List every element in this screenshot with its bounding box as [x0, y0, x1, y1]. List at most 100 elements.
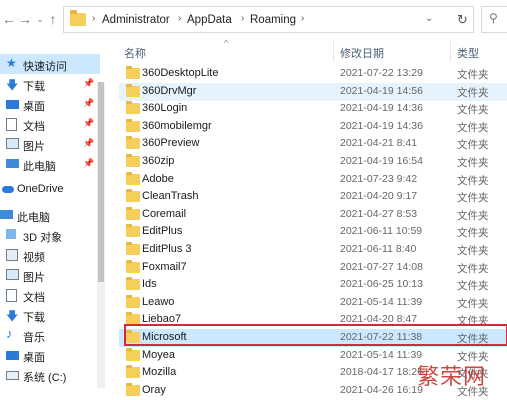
- forward-arrow-icon[interactable]: →: [18, 11, 32, 27]
- column-divider[interactable]: [450, 40, 451, 62]
- file-modified-date: 2021-07-27 14:08: [340, 260, 423, 273]
- sidebar-item-downloads-pc[interactable]: 🡇 下载: [0, 305, 100, 325]
- file-row[interactable]: Adobe 2021-07-23 9:42 文件夹: [119, 171, 507, 189]
- file-type: 文件夹: [457, 227, 489, 240]
- file-modified-date: 2021-06-11 8:40: [340, 243, 417, 255]
- sidebar-item-this-pc-quick[interactable]: 此电脑 📌: [0, 154, 100, 174]
- sidebar-item-pictures[interactable]: 图片 📌: [0, 134, 100, 154]
- recent-locations-chevron-icon[interactable]: ⌄: [33, 11, 47, 27]
- sidebar-item-desktop-pc[interactable]: 桌面: [0, 345, 100, 365]
- search-icon: ⚲: [489, 11, 498, 25]
- pin-icon[interactable]: 📌: [83, 118, 94, 129]
- breadcrumb-administrator[interactable]: Administrator: [102, 14, 170, 26]
- folder-icon: [126, 83, 140, 97]
- pin-icon[interactable]: 📌: [83, 98, 94, 109]
- file-name: EditPlus 3: [142, 243, 192, 255]
- folder-icon: [126, 101, 140, 115]
- column-header-name[interactable]: 名称: [124, 45, 146, 61]
- file-modified-date: 2021-06-11 10:59: [340, 225, 423, 238]
- file-modified-date: 2021-04-21 8:41: [340, 137, 418, 150]
- document-icon: [6, 289, 17, 302]
- file-row[interactable]: 360zip 2021-04-19 16:54 文件夹: [119, 153, 507, 171]
- column-header-date[interactable]: 修改日期: [340, 45, 384, 61]
- file-type: 文件夹: [457, 104, 489, 117]
- picture-icon: [6, 269, 19, 280]
- up-arrow-icon[interactable]: ↑: [46, 11, 60, 27]
- sidebar-item-label: OneDrive: [17, 183, 64, 195]
- navigation-pane: ★ 快速访问 🡇 下载 📌 桌面 📌 文档 📌 图片 📌 此电脑 📌 OneDr…: [0, 40, 105, 391]
- breadcrumb-chevron-icon[interactable]: ›: [301, 13, 304, 24]
- search-input[interactable]: ⚲: [481, 6, 507, 33]
- folder-icon: [126, 382, 140, 396]
- star-icon: ★: [6, 56, 17, 70]
- file-modified-date: 2021-04-19 16:54: [340, 155, 423, 167]
- sidebar-item-videos[interactable]: 视频: [0, 245, 100, 265]
- file-name: 360zip: [142, 155, 175, 167]
- sidebar-item-label: 图片: [23, 272, 45, 284]
- file-type: 文件夹: [457, 333, 489, 345]
- back-arrow-icon[interactable]: ←: [2, 11, 16, 27]
- file-row[interactable]: EditPlus 2021-06-11 10:59 文件夹: [119, 223, 507, 241]
- file-row[interactable]: 360Login 2021-04-19 14:36 文件夹: [119, 100, 507, 118]
- breadcrumb-chevron-icon[interactable]: ›: [92, 13, 95, 24]
- refresh-icon[interactable]: ↻: [457, 12, 468, 28]
- file-name: 360DesktopLite: [142, 67, 219, 79]
- breadcrumb-chevron-icon[interactable]: ›: [178, 13, 181, 24]
- folder-icon: [126, 154, 140, 167]
- file-modified-date: 2021-04-19 14:56: [340, 84, 423, 97]
- sidebar-item-documents-pc[interactable]: 文档: [0, 285, 100, 305]
- column-divider[interactable]: [333, 40, 334, 62]
- file-row[interactable]: Leawo 2021-05-14 11:39 文件夹: [119, 294, 507, 312]
- file-modified-date: 2021-04-20 8:47: [340, 313, 418, 326]
- sidebar-item-3d-objects[interactable]: 3D 对象: [0, 225, 100, 245]
- file-row[interactable]: Coremail 2021-04-27 8:53 文件夹: [119, 206, 507, 224]
- file-row[interactable]: EditPlus 3 2021-06-11 8:40 文件夹: [119, 241, 507, 259]
- breadcrumb-roaming[interactable]: Roaming: [250, 14, 296, 26]
- sidebar-scrollbar-thumb[interactable]: [98, 82, 104, 282]
- address-input[interactable]: › Administrator › AppData › Roaming › ⌄ …: [63, 6, 474, 33]
- file-name: 360Login: [142, 102, 188, 115]
- pin-icon[interactable]: 📌: [83, 158, 94, 169]
- address-dropdown-chevron-icon[interactable]: ⌄: [425, 13, 433, 24]
- file-modified-date: 2021-05-14 11:39: [340, 295, 423, 308]
- file-row[interactable]: 360DesktopLite 2021-07-22 13:29 文件夹: [119, 65, 507, 83]
- folder-icon: [126, 330, 140, 343]
- sidebar-item-label: 图片: [23, 141, 45, 153]
- sidebar-item-documents[interactable]: 文档 📌: [0, 114, 100, 134]
- file-modified-date: 2021-07-22 13:29: [340, 67, 423, 79]
- sidebar-item-quick-access[interactable]: ★ 快速访问: [0, 54, 100, 74]
- cube-icon: [6, 229, 16, 239]
- column-header-row: ^ 名称 修改日期 类型: [107, 38, 507, 62]
- pin-icon[interactable]: 📌: [83, 78, 94, 89]
- file-row[interactable]: 360mobilemgr 2021-04-19 14:36 文件夹: [119, 118, 507, 136]
- file-type: 文件夹: [457, 86, 489, 99]
- sidebar-item-this-pc[interactable]: 此电脑: [0, 205, 100, 225]
- sidebar-item-pictures-pc[interactable]: 图片: [0, 265, 100, 285]
- file-row[interactable]: Liebao7 2021-04-20 8:47 文件夹: [119, 311, 507, 329]
- file-modified-date: 2021-04-26 16:19: [340, 383, 423, 396]
- file-name: Foxmail7: [142, 260, 187, 273]
- file-row[interactable]: Foxmail7 2021-07-27 14:08 文件夹: [119, 259, 507, 277]
- file-modified-date: 2021-07-22 11:38: [340, 331, 423, 343]
- sidebar-item-desktop[interactable]: 桌面 📌: [0, 94, 100, 114]
- file-type: 文件夹: [457, 209, 489, 222]
- file-name: Liebao7: [142, 313, 182, 326]
- sidebar-item-onedrive[interactable]: OneDrive: [0, 179, 100, 199]
- file-row[interactable]: Ids 2021-06-25 10:13 文件夹: [119, 276, 507, 294]
- file-name: Leawo: [142, 295, 175, 308]
- file-name: EditPlus: [142, 225, 183, 238]
- file-row[interactable]: Microsoft 2021-07-22 11:38 文件夹: [119, 329, 507, 347]
- file-row[interactable]: CleanTrash 2021-04-20 9:17 文件夹: [119, 188, 507, 206]
- sidebar-item-drive-c[interactable]: 系统 (C:): [0, 365, 100, 385]
- breadcrumb-appdata[interactable]: AppData: [187, 14, 232, 26]
- column-header-type[interactable]: 类型: [457, 45, 479, 61]
- file-row[interactable]: 360DrvMgr 2021-04-19 14:56 文件夹: [119, 82, 507, 101]
- pin-icon[interactable]: 📌: [83, 138, 94, 149]
- sidebar-item-label: 桌面: [23, 101, 45, 113]
- sidebar-item-downloads[interactable]: 🡇 下载 📌: [0, 74, 100, 94]
- sidebar-item-music[interactable]: ♪ 音乐: [0, 325, 100, 345]
- sidebar-scrollbar[interactable]: [97, 82, 105, 388]
- breadcrumb-chevron-icon[interactable]: ›: [241, 13, 244, 24]
- file-row[interactable]: 360Preview 2021-04-21 8:41 文件夹: [119, 135, 507, 153]
- sidebar-item-label: 文档: [23, 292, 45, 304]
